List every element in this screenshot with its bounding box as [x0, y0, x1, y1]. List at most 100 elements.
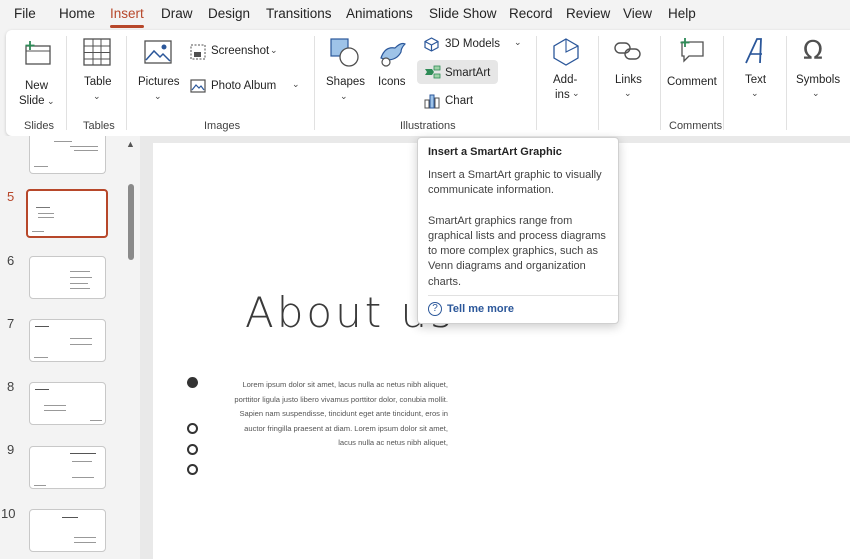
- tab-home[interactable]: Home: [59, 6, 95, 21]
- photo-album-icon[interactable]: [190, 78, 206, 99]
- smartart-tooltip: Insert a SmartArt Graphic Insert a Smart…: [417, 137, 619, 324]
- smartart-icon[interactable]: [424, 65, 441, 84]
- tooltip-divider: [428, 295, 618, 296]
- tab-help[interactable]: Help: [668, 6, 696, 21]
- slide-thumbnail-selected[interactable]: [26, 189, 108, 238]
- new-slide-label-1[interactable]: New: [25, 80, 48, 92]
- slide-thumbnail[interactable]: [29, 509, 106, 552]
- thumb-line: [70, 271, 90, 272]
- slide-thumbnail[interactable]: [29, 319, 106, 362]
- symbols-label[interactable]: Symbols: [796, 74, 840, 86]
- tab-view[interactable]: View: [623, 6, 652, 21]
- shapes-label[interactable]: Shapes: [326, 76, 365, 88]
- add-ins-chevron-down-icon[interactable]: ⌄: [572, 88, 580, 99]
- 3d-models-label[interactable]: 3D Models: [445, 38, 500, 50]
- photo-album-label[interactable]: Photo Album: [211, 80, 276, 92]
- group-label-illustrations: Illustrations: [400, 120, 456, 132]
- text-chevron-down-icon[interactable]: ⌄: [751, 88, 759, 99]
- link-icon[interactable]: [614, 40, 642, 67]
- pictures-chevron-down-icon[interactable]: ⌄: [154, 91, 162, 102]
- tab-slide-show[interactable]: Slide Show: [429, 6, 497, 21]
- links-chevron-down-icon[interactable]: ⌄: [624, 88, 632, 99]
- shapes-chevron-down-icon[interactable]: ⌄: [340, 91, 348, 102]
- thumb-line: [38, 217, 54, 218]
- ribbon-separator: [314, 36, 315, 130]
- thumb-line: [35, 389, 49, 390]
- thumb-line: [70, 283, 88, 284]
- omega-icon[interactable]: Ω: [803, 36, 823, 66]
- thumb-line: [74, 542, 96, 543]
- tab-animations[interactable]: Animations: [346, 6, 413, 21]
- new-slide-label-2[interactable]: Slide: [19, 95, 45, 107]
- thumb-line: [62, 517, 78, 518]
- chart-icon[interactable]: [424, 93, 440, 114]
- links-label[interactable]: Links: [615, 74, 642, 86]
- tab-design[interactable]: Design: [208, 6, 250, 21]
- comment-label[interactable]: Comment: [667, 76, 717, 88]
- menu-bar: File Home Insert Draw Design Transitions…: [0, 0, 850, 28]
- ribbon-separator: [598, 36, 599, 130]
- thumb-line: [70, 146, 98, 147]
- thumb-line: [38, 213, 54, 214]
- screenshot-label[interactable]: Screenshot: [211, 45, 269, 57]
- photo-album-chevron-down-icon[interactable]: ⌄: [292, 79, 300, 90]
- comment-icon[interactable]: [677, 38, 705, 69]
- chart-label[interactable]: Chart: [445, 95, 473, 107]
- group-label-images: Images: [204, 120, 241, 132]
- tab-transitions[interactable]: Transitions: [266, 6, 332, 21]
- tab-insert[interactable]: Insert: [110, 6, 144, 21]
- thumb-line: [70, 288, 90, 289]
- thumb-line: [70, 453, 96, 454]
- smartart-label[interactable]: SmartArt: [445, 67, 490, 79]
- slide-thumbnail[interactable]: [29, 256, 106, 299]
- tell-me-more-label[interactable]: Tell me more: [447, 303, 514, 315]
- icons-label[interactable]: Icons: [378, 76, 406, 88]
- tell-me-more-link[interactable]: ? Tell me more: [428, 302, 514, 316]
- ribbon-separator: [66, 36, 67, 130]
- text-icon[interactable]: [742, 37, 768, 70]
- slide-number: 5: [7, 189, 15, 204]
- symbols-chevron-down-icon[interactable]: ⌄: [812, 88, 820, 99]
- text-label[interactable]: Text: [745, 74, 766, 86]
- slide-number: 7: [7, 316, 15, 331]
- add-ins-label-1[interactable]: Add-: [553, 74, 577, 86]
- 3d-models-chevron-down-icon[interactable]: ⌄: [514, 37, 522, 48]
- tab-draw[interactable]: Draw: [161, 6, 193, 21]
- bullet-empty: [187, 423, 198, 434]
- tab-review[interactable]: Review: [566, 6, 610, 21]
- screenshot-icon[interactable]: [190, 44, 206, 65]
- scroll-up-icon[interactable]: ▲: [126, 139, 135, 149]
- table-label[interactable]: Table: [84, 76, 112, 88]
- screenshot-chevron-down-icon[interactable]: ⌄: [270, 45, 278, 56]
- slide-number: 10: [1, 506, 16, 521]
- thumbnail-scrollbar[interactable]: [128, 184, 134, 260]
- slide-thumbnail[interactable]: [29, 136, 106, 174]
- new-slide-chevron-down-icon[interactable]: ⌄: [47, 96, 55, 107]
- thumb-line: [70, 338, 92, 339]
- ribbon-separator: [536, 36, 537, 130]
- table-icon[interactable]: [83, 38, 111, 71]
- thumb-line: [74, 537, 96, 538]
- tab-record[interactable]: Record: [509, 6, 553, 21]
- tooltip-paragraph: Insert a SmartArt graphic to visually co…: [428, 169, 602, 197]
- tab-file[interactable]: File: [14, 6, 36, 21]
- slide-thumbnail[interactable]: [29, 446, 106, 489]
- thumb-line: [44, 410, 66, 411]
- slide-number: 9: [7, 442, 15, 457]
- add-ins-icon[interactable]: [552, 37, 580, 72]
- pictures-icon[interactable]: [144, 40, 172, 69]
- 3d-models-icon[interactable]: [424, 37, 439, 57]
- thumb-line: [72, 461, 92, 462]
- add-ins-label-2[interactable]: ins: [555, 89, 570, 101]
- icons-icon[interactable]: [377, 38, 407, 73]
- shapes-icon[interactable]: [330, 38, 360, 73]
- table-chevron-down-icon[interactable]: ⌄: [93, 91, 101, 102]
- thumb-line: [34, 357, 48, 358]
- thumb-line: [35, 326, 49, 327]
- slide-body-text[interactable]: Lorem ipsum dolor sit amet, lacus nulla …: [226, 378, 448, 451]
- pictures-label[interactable]: Pictures: [138, 76, 180, 88]
- thumb-line: [34, 485, 46, 486]
- slide-thumbnail[interactable]: [29, 382, 106, 425]
- new-slide-icon[interactable]: [22, 40, 52, 71]
- group-label-comments: Comments: [669, 120, 723, 132]
